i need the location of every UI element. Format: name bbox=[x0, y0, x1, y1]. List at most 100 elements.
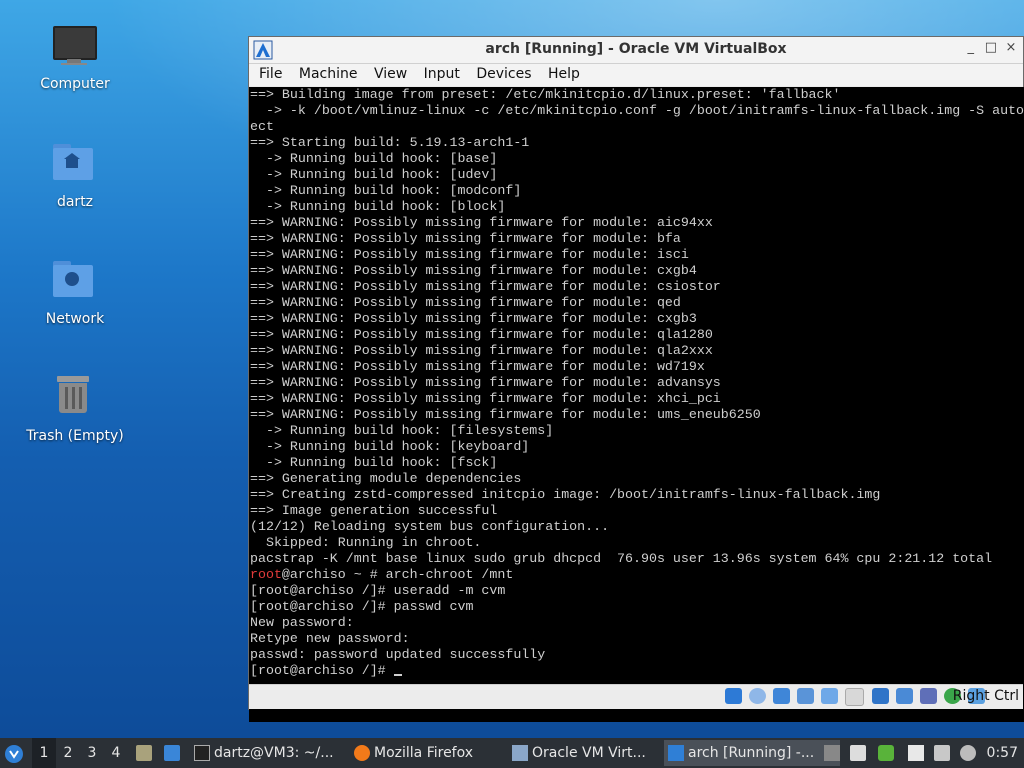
console-line: Retype new password: bbox=[250, 631, 410, 646]
network-adapter-icon[interactable] bbox=[797, 688, 815, 704]
vm-statusbar: Right Ctrl bbox=[249, 684, 1023, 709]
audio-icon[interactable] bbox=[773, 688, 791, 704]
desktop-icon-label: Computer bbox=[40, 76, 110, 92]
window-title: arch [Running] - Oracle VM VirtualBox bbox=[485, 41, 787, 57]
workspace-1[interactable]: 1 bbox=[32, 738, 56, 768]
console-line: ==> Creating zstd-compressed initcpio im… bbox=[250, 487, 881, 502]
arch-icon bbox=[668, 745, 684, 761]
console-line: (12/12) Reloading system bus configurati… bbox=[250, 519, 610, 534]
status-icons bbox=[725, 688, 987, 706]
update-icon[interactable] bbox=[824, 745, 840, 761]
console-line: New password: bbox=[250, 615, 354, 630]
clock[interactable]: 0:57 bbox=[987, 738, 1018, 768]
console-line: ==> Generating module dependencies bbox=[250, 471, 522, 486]
taskbar: 1 2 3 4 dartz@VM3: ~/... Mozilla Firefox… bbox=[0, 738, 1024, 768]
volume-icon[interactable] bbox=[850, 745, 866, 761]
console-line: ==> WARNING: Possibly missing firmware f… bbox=[250, 327, 713, 342]
usb-icon[interactable] bbox=[821, 688, 839, 704]
task-firefox[interactable]: Mozilla Firefox bbox=[350, 740, 524, 766]
menu-view[interactable]: View bbox=[364, 64, 407, 82]
workspace-3[interactable]: 3 bbox=[80, 738, 104, 768]
console-line: Skipped: Running in chroot. bbox=[250, 535, 482, 550]
console-line: ==> WARNING: Possibly missing firmware f… bbox=[250, 279, 721, 294]
minimize-button[interactable]: _ bbox=[963, 40, 979, 55]
recording-icon[interactable] bbox=[895, 688, 913, 704]
console-line: -> Running build hook: [udev] bbox=[250, 167, 498, 182]
console-line: -> Running build hook: [filesystems] bbox=[250, 423, 554, 438]
update-manager-icon[interactable] bbox=[878, 745, 894, 761]
console-line: ect bbox=[250, 119, 274, 134]
console-line: -> Running build hook: [block] bbox=[250, 199, 506, 214]
task-arch-vm[interactable]: arch [Running] -... bbox=[664, 740, 840, 766]
close-button[interactable]: × bbox=[1003, 40, 1019, 55]
prompt-command: ~ # arch-chroot /mnt bbox=[353, 567, 514, 582]
desktop-icon-label: Network bbox=[45, 311, 105, 327]
task-label: Mozilla Firefox bbox=[374, 745, 474, 761]
shared-folders-icon[interactable] bbox=[845, 688, 865, 706]
virtualbox-window[interactable]: arch [Running] - Oracle VM VirtualBox _ … bbox=[248, 36, 1024, 722]
network-tray-icon[interactable] bbox=[908, 745, 924, 761]
desktop-icon-trash[interactable]: Trash (Empty) bbox=[20, 374, 130, 444]
network-folder-icon bbox=[51, 257, 99, 305]
text-cursor bbox=[393, 674, 402, 676]
optical-drive-icon[interactable] bbox=[749, 688, 767, 704]
workspace-2[interactable]: 2 bbox=[56, 738, 80, 768]
vm-console[interactable]: ==> Building image from preset: /etc/mki… bbox=[249, 87, 1024, 722]
task-label: dartz@VM3: ~/... bbox=[214, 745, 334, 761]
window-controls: _ □ × bbox=[963, 40, 1019, 55]
console-line: -> Running build hook: [modconf] bbox=[250, 183, 522, 198]
titlebar[interactable]: arch [Running] - Oracle VM VirtualBox _ … bbox=[249, 37, 1023, 64]
task-terminal[interactable]: dartz@VM3: ~/... bbox=[190, 740, 364, 766]
maximize-button[interactable]: □ bbox=[983, 40, 999, 55]
workspace-4[interactable]: 4 bbox=[104, 738, 128, 768]
console-line: -> Running build hook: [fsck] bbox=[250, 455, 498, 470]
hard-disk-icon[interactable] bbox=[725, 688, 742, 704]
menu-file[interactable]: File bbox=[249, 64, 282, 82]
current-prompt: [root@archiso /]# bbox=[250, 663, 394, 678]
host-key-label: Right Ctrl bbox=[952, 688, 1019, 704]
console-line: ==> WARNING: Possibly missing firmware f… bbox=[250, 263, 697, 278]
screenshot-tray-icon[interactable] bbox=[934, 745, 950, 761]
console-line: ==> WARNING: Possibly missing firmware f… bbox=[250, 215, 713, 230]
desktop-icon-label: dartz bbox=[56, 194, 94, 210]
console-line: passwd: password updated successfully bbox=[250, 647, 546, 662]
file-manager-launcher-icon[interactable] bbox=[136, 745, 152, 761]
menu-help[interactable]: Help bbox=[538, 64, 580, 82]
menu-machine[interactable]: Machine bbox=[289, 64, 358, 82]
notifications-icon[interactable] bbox=[960, 745, 976, 761]
display-icon[interactable] bbox=[871, 688, 889, 704]
monitor-icon bbox=[51, 22, 99, 70]
show-desktop-icon[interactable] bbox=[164, 745, 180, 761]
virtualbox-icon bbox=[512, 745, 528, 761]
console-line: ==> WARNING: Possibly missing firmware f… bbox=[250, 231, 681, 246]
console-line-current-prompt: [root@archiso /]# bbox=[250, 663, 1024, 679]
console-line: -> -k /boot/vmlinuz-linux -c /etc/mkinit… bbox=[250, 103, 1024, 118]
console-line: [root@archiso /]# useradd -m cvm bbox=[250, 583, 506, 598]
firefox-icon bbox=[354, 745, 370, 761]
console-line: pacstrap -K /mnt base linux sudo grub dh… bbox=[250, 551, 993, 566]
console-line: [root@archiso /]# passwd cvm bbox=[250, 599, 474, 614]
menu-devices[interactable]: Devices bbox=[466, 64, 531, 82]
desktop-icon-network[interactable]: Network bbox=[20, 257, 130, 327]
trash-icon bbox=[51, 374, 99, 422]
menu-input[interactable]: Input bbox=[414, 64, 460, 82]
console-line: ==> WARNING: Possibly missing firmware f… bbox=[250, 375, 721, 390]
virtualization-icon[interactable] bbox=[919, 688, 937, 704]
desktop-icon-home[interactable]: dartz bbox=[20, 140, 130, 210]
console-line: ==> Starting build: 5.19.13-arch1-1 bbox=[250, 135, 530, 150]
console-line: ==> Image generation successful bbox=[250, 503, 498, 518]
task-virtualbox-manager[interactable]: Oracle VM Virt... bbox=[508, 740, 682, 766]
desktop-icon-label: Trash (Empty) bbox=[26, 428, 124, 444]
console-line: ==> Building image from preset: /etc/mki… bbox=[250, 87, 841, 102]
task-label: Oracle VM Virt... bbox=[532, 745, 646, 761]
start-menu-icon[interactable] bbox=[4, 744, 24, 764]
terminal-icon bbox=[194, 745, 210, 761]
home-folder-icon bbox=[51, 140, 99, 188]
console-line: ==> WARNING: Possibly missing firmware f… bbox=[250, 391, 721, 406]
console-line: -> Running build hook: [base] bbox=[250, 151, 498, 166]
task-label: arch [Running] -... bbox=[688, 745, 815, 761]
desktop-icon-computer[interactable]: Computer bbox=[20, 22, 130, 92]
menubar: File Machine View Input Devices Help bbox=[249, 64, 1023, 86]
console-line: ==> WARNING: Possibly missing firmware f… bbox=[250, 247, 689, 262]
console-line: ==> WARNING: Possibly missing firmware f… bbox=[250, 359, 705, 374]
